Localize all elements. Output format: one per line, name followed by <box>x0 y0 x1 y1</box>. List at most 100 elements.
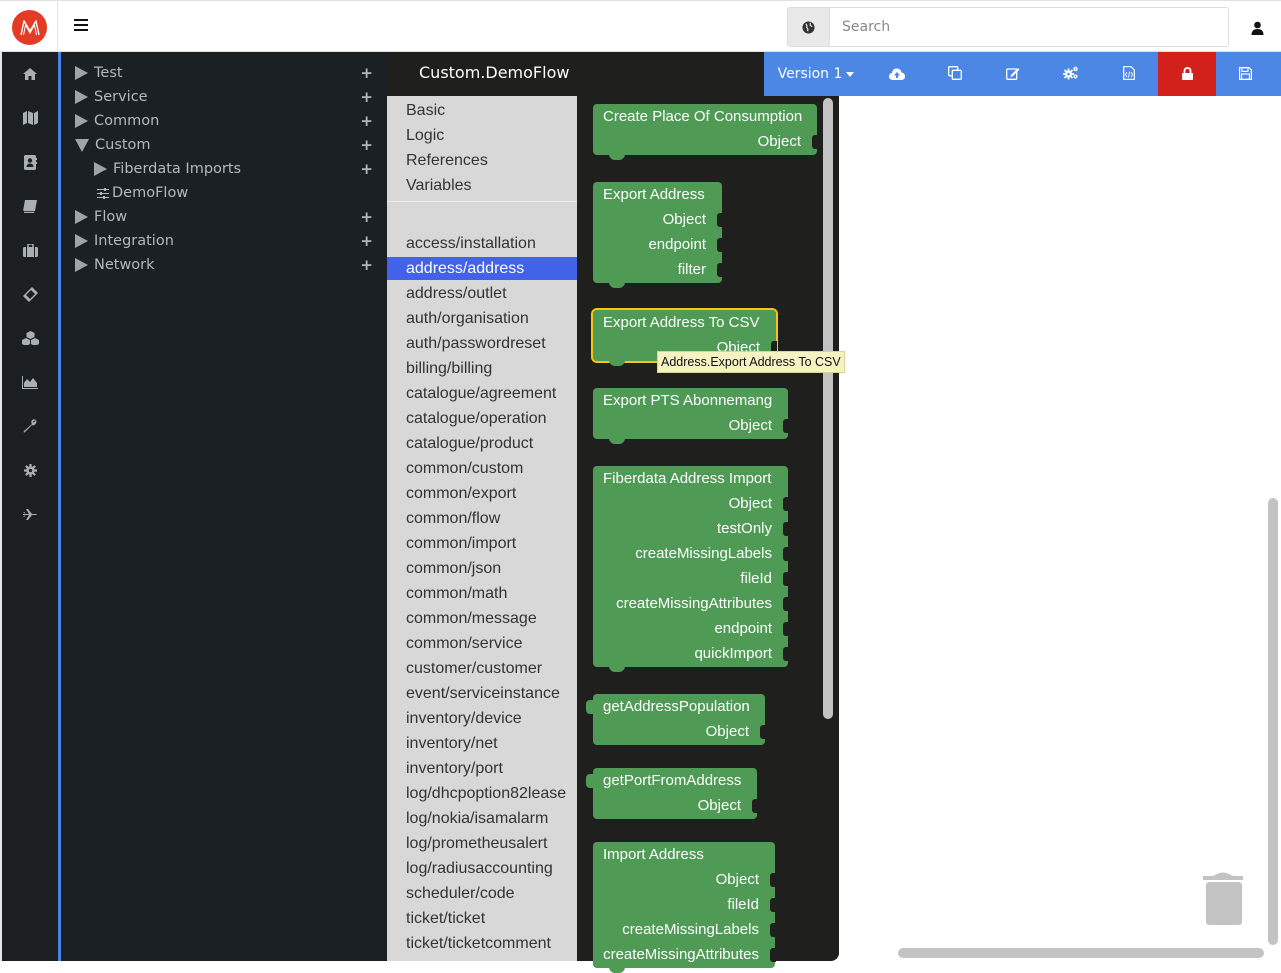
search-input[interactable] <box>830 8 1228 46</box>
category-scheduler-code[interactable]: scheduler/code <box>387 882 577 905</box>
block-getportfromaddress[interactable]: getPortFromAddress Object <box>586 768 758 819</box>
category-logic[interactable]: Logic <box>387 124 577 147</box>
user-icon[interactable] <box>1251 20 1265 35</box>
block-getaddresspopulation[interactable]: getAddressPopulation Object <box>586 694 766 745</box>
input-connector[interactable] <box>752 799 758 813</box>
edit-button[interactable] <box>984 52 1042 96</box>
area-chart-icon[interactable] <box>2 362 58 402</box>
globe-icon[interactable] <box>788 8 830 46</box>
book-icon[interactable] <box>2 186 58 226</box>
gear-icon[interactable] <box>2 450 58 490</box>
block-export-pts-abonnemang[interactable]: Export PTS Abonnemang Object <box>593 388 789 444</box>
plane-icon[interactable] <box>2 494 58 534</box>
category-address-address[interactable]: address/address <box>387 257 577 280</box>
ticket-icon[interactable] <box>2 274 58 314</box>
copy-button[interactable] <box>926 52 984 96</box>
category-billing-billing[interactable]: billing/billing <box>387 357 577 380</box>
version-dropdown[interactable]: Version 1 <box>764 52 868 96</box>
add-icon[interactable]: + <box>360 64 373 82</box>
category-log-prometheusalert[interactable]: log/prometheusalert <box>387 832 577 855</box>
input-connector[interactable] <box>770 923 776 937</box>
category-ticket-ticket[interactable]: ticket/ticket <box>387 907 577 930</box>
category-log-radiusaccounting[interactable]: log/radiusaccounting <box>387 857 577 880</box>
input-connector[interactable] <box>783 547 789 561</box>
upload-button[interactable] <box>868 52 926 96</box>
input-connector[interactable] <box>770 898 776 912</box>
tree-item-network[interactable]: Network + <box>61 253 387 277</box>
trash-icon[interactable] <box>1201 872 1245 926</box>
category-inventory-device[interactable]: inventory/device <box>387 707 577 730</box>
briefcase-icon[interactable] <box>2 230 58 270</box>
input-connector[interactable] <box>770 873 776 887</box>
tree-item-integration[interactable]: Integration + <box>61 229 387 253</box>
flyout-scrollbar[interactable] <box>823 98 833 719</box>
category-customer-customer[interactable]: customer/customer <box>387 657 577 680</box>
category-catalogue-agreement[interactable]: catalogue/agreement <box>387 382 577 405</box>
cubes-icon[interactable] <box>2 318 58 358</box>
category-inventory-port[interactable]: inventory/port <box>387 757 577 780</box>
category-common-flow[interactable]: common/flow <box>387 507 577 530</box>
input-connector[interactable] <box>783 522 789 536</box>
input-connector[interactable] <box>717 263 723 277</box>
tree-item-demoflow[interactable]: DemoFlow <box>61 181 387 205</box>
category-common-custom[interactable]: common/custom <box>387 457 577 480</box>
block-create-place-of-consumption[interactable]: Create Place Of Consumption Object <box>593 104 818 160</box>
category-common-message[interactable]: common/message <box>387 607 577 630</box>
input-connector[interactable] <box>783 572 789 586</box>
tree-item-fiberdata-imports[interactable]: Fiberdata Imports + <box>61 157 387 181</box>
category-address-outlet[interactable]: address/outlet <box>387 282 577 305</box>
block-import-address[interactable]: Import Address Object fileId createMissingL… <box>593 842 776 973</box>
category-log-dhcpoption82lease[interactable]: log/dhcpoption82lease <box>387 782 577 805</box>
add-icon[interactable]: + <box>360 112 373 130</box>
add-icon[interactable]: + <box>360 160 373 178</box>
map-icon[interactable] <box>2 98 58 138</box>
home-icon[interactable] <box>2 54 58 94</box>
tree-item-service[interactable]: Service + <box>61 85 387 109</box>
category-auth-passwordreset[interactable]: auth/passwordreset <box>387 332 577 355</box>
tree-item-test[interactable]: Test + <box>61 61 387 85</box>
input-connector[interactable] <box>783 622 789 636</box>
input-connector[interactable] <box>812 135 818 149</box>
workspace-horizontal-scrollbar[interactable] <box>898 948 1264 958</box>
category-catalogue-product[interactable]: catalogue/product <box>387 432 577 455</box>
category-common-json[interactable]: common/json <box>387 557 577 580</box>
category-common-math[interactable]: common/math <box>387 582 577 605</box>
category-auth-organisation[interactable]: auth/organisation <box>387 307 577 330</box>
category-common-service[interactable]: common/service <box>387 632 577 655</box>
add-icon[interactable]: + <box>360 256 373 274</box>
input-connector[interactable] <box>717 213 723 227</box>
category-access-installation[interactable]: access/installation <box>387 232 577 255</box>
input-connector[interactable] <box>717 238 723 252</box>
lock-button[interactable] <box>1158 52 1216 96</box>
category-ticket-ticketcomment[interactable]: ticket/ticketcomment <box>387 932 577 955</box>
category-common-import[interactable]: common/import <box>387 532 577 555</box>
code-button[interactable] <box>1100 52 1158 96</box>
add-icon[interactable]: + <box>360 208 373 226</box>
input-connector[interactable] <box>770 948 776 962</box>
input-connector[interactable] <box>783 647 789 661</box>
tree-item-flow[interactable]: Flow + <box>61 205 387 229</box>
workspace-vertical-scrollbar[interactable] <box>1268 498 1278 945</box>
save-button[interactable] <box>1216 52 1274 96</box>
category-event-serviceinstance[interactable]: event/serviceinstance <box>387 682 577 705</box>
category-variables[interactable]: Variables <box>387 174 577 197</box>
category-references[interactable]: References <box>387 149 577 172</box>
logo-m-icon[interactable] <box>12 10 47 45</box>
hamburger-icon[interactable] <box>74 19 88 33</box>
category-basic[interactable]: Basic <box>387 99 577 122</box>
address-book-icon[interactable] <box>2 142 58 182</box>
category-common-export[interactable]: common/export <box>387 482 577 505</box>
tree-item-common[interactable]: Common + <box>61 109 387 133</box>
settings-button[interactable] <box>1042 52 1100 96</box>
tree-item-custom[interactable]: Custom + <box>61 133 387 157</box>
add-icon[interactable]: + <box>360 136 373 154</box>
block-fiberdata-address-import[interactable]: Fiberdata Address Import Object testOnly cr… <box>593 466 789 672</box>
block-export-address[interactable]: Export Address Object endpoint filter <box>593 182 723 288</box>
category-catalogue-operation[interactable]: catalogue/operation <box>387 407 577 430</box>
add-icon[interactable]: + <box>360 232 373 250</box>
input-connector[interactable] <box>783 419 789 433</box>
input-connector[interactable] <box>760 725 766 739</box>
input-connector[interactable] <box>783 497 789 511</box>
category-log-nokia-isamalarm[interactable]: log/nokia/isamalarm <box>387 807 577 830</box>
input-connector[interactable] <box>783 597 789 611</box>
